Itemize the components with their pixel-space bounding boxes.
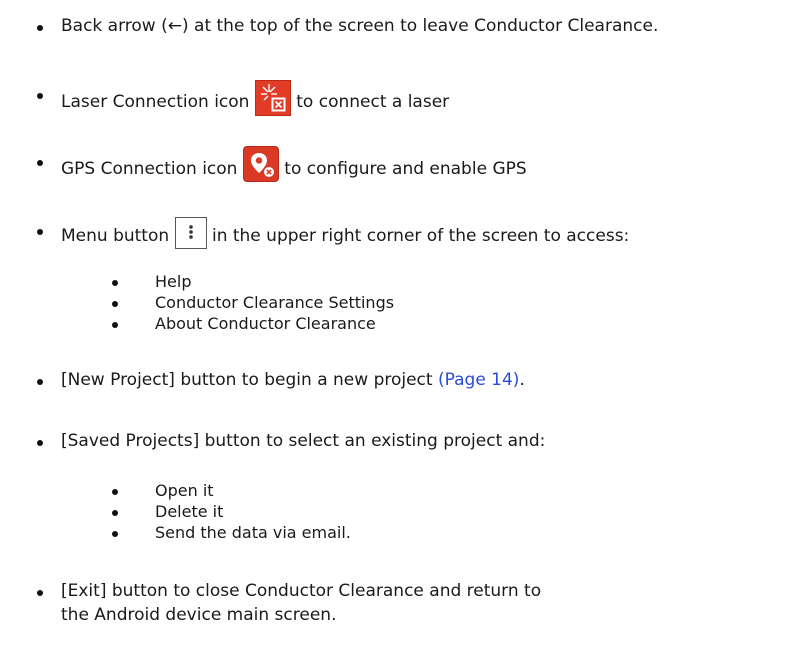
sub-bullet [112, 301, 118, 307]
list-item-text: Back arrow (←) at the top of the screen … [61, 16, 659, 36]
list-item-laser-connection: Laser Connection icon to connect a laser [61, 80, 450, 120]
sub-item-open: Open it [155, 481, 214, 500]
sub-item-help: Help [155, 272, 192, 291]
list-item-saved-projects: [Saved Projects] button to select an exi… [61, 431, 545, 451]
bullet [37, 25, 43, 31]
laser-connection-icon [254, 80, 291, 116]
bullet [37, 440, 43, 446]
list-item-gps-connection: GPS Connection icon to configure and ena… [61, 146, 527, 187]
list-item-text: . [519, 370, 525, 390]
list-item-back-arrow: Back arrow (←) at the top of the screen … [61, 16, 658, 36]
bullet [37, 590, 43, 596]
list-item-exit-continued: the Android device main screen. [61, 605, 337, 625]
sub-item-settings: Conductor Clearance Settings [155, 293, 395, 312]
list-item-text: Laser Connection icon [61, 92, 255, 112]
list-item-text: in the upper right corner of the screen … [206, 226, 630, 246]
sub-bullet [112, 510, 118, 516]
menu-kebab-icon [174, 217, 207, 249]
sub-bullet [112, 489, 118, 495]
list-item-text: GPS Connection icon [61, 159, 243, 179]
sub-bullet [112, 322, 118, 328]
list-item-new-project: [New Project] button to begin a new proj… [61, 370, 525, 390]
sub-item-delete: Delete it [155, 502, 224, 521]
sub-item-about: About Conductor Clearance [155, 314, 376, 333]
list-item-text: Menu button [61, 226, 175, 246]
page-link[interactable]: (Page 14) [438, 370, 519, 390]
bullet [37, 379, 43, 385]
list-item-text: to connect a laser [290, 92, 450, 112]
list-item-text: [New Project] button to begin a new proj… [61, 370, 438, 390]
list-item-text: [Saved Projects] button to select an exi… [61, 431, 546, 451]
list-item-text: to configure and enable GPS [278, 159, 527, 179]
bullet [37, 93, 43, 99]
gps-connection-icon [242, 146, 279, 182]
list-item-menu-button: Menu button in the upper right corner of… [61, 217, 630, 252]
list-item-exit: [Exit] button to close Conductor Clearan… [61, 581, 542, 601]
bullet [37, 229, 43, 235]
sub-item-email: Send the data via email. [155, 523, 351, 542]
sub-bullet [112, 531, 118, 537]
sub-bullet [112, 280, 118, 286]
bullet [37, 160, 43, 166]
